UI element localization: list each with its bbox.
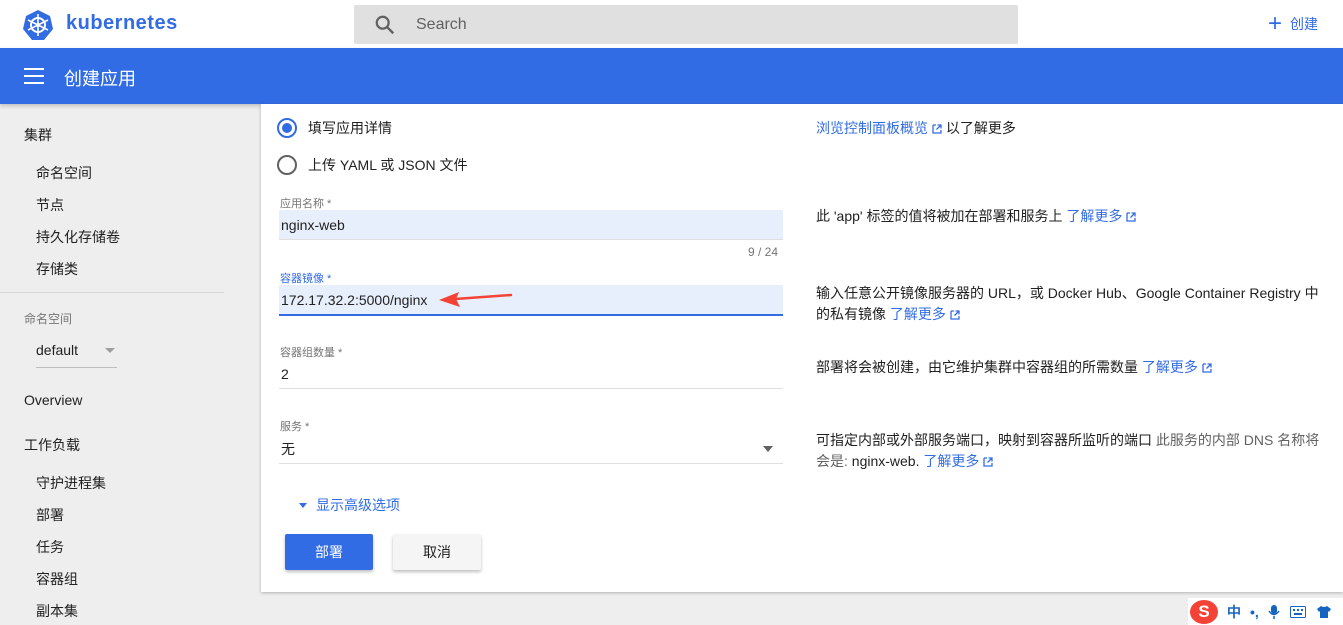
kubernetes-logo-icon[interactable] <box>22 9 54 41</box>
help-app-name: 此 'app' 标签的值将被加在部署和服务上 了解更多 <box>816 206 1326 227</box>
external-link-icon <box>932 124 942 134</box>
create-button[interactable]: + 创建 <box>1268 12 1318 36</box>
skin-shirt-icon[interactable] <box>1316 605 1332 619</box>
microphone-icon[interactable] <box>1268 604 1280 620</box>
external-link-icon <box>1202 363 1212 373</box>
app-name-label: 应用名称 * <box>280 198 332 210</box>
dropdown-caret-icon <box>105 348 115 353</box>
search-icon <box>375 15 395 35</box>
page-title: 创建应用 <box>64 69 136 89</box>
app-name-input[interactable] <box>279 210 783 239</box>
service-value[interactable] <box>279 434 783 463</box>
pods-input[interactable] <box>279 359 783 388</box>
menu-icon[interactable] <box>24 68 44 84</box>
search-input[interactable] <box>416 5 996 44</box>
ime-logo-icon[interactable]: S <box>1190 599 1218 624</box>
sidebar-item-nodes[interactable]: 节点 <box>36 195 64 215</box>
external-link-icon <box>1126 212 1137 222</box>
mode-option-upload-label: 上传 YAML 或 JSON 文件 <box>308 157 468 173</box>
help-image: 输入任意公开镜像服务器的 URL，或 Docker Hub、Google Con… <box>816 283 1326 325</box>
service-select[interactable] <box>279 434 783 464</box>
learn-more-link-app-name[interactable]: 了解更多 <box>1066 208 1137 224</box>
create-label: 创建 <box>1290 16 1319 32</box>
help-pods-text: 部署将会被创建，由它维护集群中容器组的所需数量 <box>816 359 1138 375</box>
help-service: 可指定内部或外部服务端口，映射到容器所监听的端口 此服务的内部 DNS 名称将会… <box>816 430 1326 472</box>
sidebar: 集群 命名空间 节点 持久化存储卷 存储类 命名空间 default Overv… <box>0 104 240 625</box>
service-label: 服务 * <box>280 421 310 433</box>
show-advanced-label: 显示高级选项 <box>316 497 400 513</box>
cancel-button[interactable]: 取消 <box>393 534 481 570</box>
brand-name[interactable]: kubernetes <box>66 12 178 35</box>
ime-language-toggle[interactable]: 中 <box>1227 602 1241 622</box>
sidebar-divider <box>0 292 224 293</box>
annotation-arrow-icon <box>439 292 513 307</box>
mode-option-upload[interactable]: 上传 YAML 或 JSON 文件 <box>277 155 467 175</box>
help-service-dns: nginx-web. <box>851 453 920 469</box>
learn-more-link-pods[interactable]: 了解更多 <box>1142 359 1212 375</box>
mode-option-form-label: 填写应用详情 <box>308 120 392 136</box>
namespace-select[interactable]: default <box>36 342 117 368</box>
show-advanced-options[interactable]: 显示高级选项 <box>299 495 400 515</box>
top-bar: kubernetes + 创建 <box>0 0 1343 48</box>
learn-more-link-image[interactable]: 了解更多 <box>890 306 960 322</box>
deploy-button[interactable]: 部署 <box>285 534 373 570</box>
namespace-value: default <box>36 342 79 358</box>
sidebar-item-jobs[interactable]: 任务 <box>36 537 64 557</box>
sidebar-heading-workloads[interactable]: 工作负载 <box>24 435 80 455</box>
help-app-name-text: 此 'app' 标签的值将被加在部署和服务上 <box>816 208 1063 224</box>
keyboard-icon[interactable] <box>1289 605 1306 618</box>
sidebar-item-namespaces[interactable]: 命名空间 <box>36 163 92 183</box>
ime-toolbar: S 中 •, <box>1188 598 1343 625</box>
radio-unchecked-icon <box>277 155 297 175</box>
help-service-text: 可指定内部或外部服务端口，映射到容器所监听的端口 <box>816 432 1152 448</box>
overview-suffix: 以了解更多 <box>945 120 1016 136</box>
dropdown-caret-icon <box>763 446 773 452</box>
image-field[interactable] <box>279 285 783 316</box>
sidebar-item-daemon-sets[interactable]: 守护进程集 <box>36 473 106 493</box>
app-name-field[interactable] <box>279 210 783 240</box>
sidebar-heading-cluster[interactable]: 集群 <box>24 125 52 145</box>
app-name-counter: 9 / 24 <box>748 245 779 259</box>
external-link-icon <box>950 310 960 320</box>
sidebar-item-replica-sets[interactable]: 副本集 <box>36 601 78 621</box>
help-pods: 部署将会被创建，由它维护集群中容器组的所需数量 了解更多 <box>816 357 1326 378</box>
sidebar-item-deployments[interactable]: 部署 <box>36 505 64 525</box>
external-link-icon <box>983 457 994 467</box>
image-input[interactable] <box>279 285 783 314</box>
sidebar-item-overview[interactable]: Overview <box>24 392 82 408</box>
sidebar-item-storage-classes[interactable]: 存储类 <box>36 259 78 279</box>
image-label: 容器镜像 * <box>280 273 332 285</box>
radio-checked-icon <box>277 118 297 138</box>
plus-icon: + <box>1268 10 1283 37</box>
sidebar-item-persistent-volumes[interactable]: 持久化存储卷 <box>36 227 120 247</box>
overview-link[interactable]: 浏览控制面板概览 <box>816 120 942 136</box>
sidebar-item-pods[interactable]: 容器组 <box>36 569 78 589</box>
pods-field[interactable] <box>279 359 783 389</box>
create-app-card: 填写应用详情 上传 YAML 或 JSON 文件 应用名称 * 9 / 24 容… <box>261 104 1343 592</box>
help-overview: 浏览控制面板概览 以了解更多 <box>816 118 1326 139</box>
mode-option-form[interactable]: 填写应用详情 <box>277 118 392 138</box>
learn-more-link-service[interactable]: 了解更多 <box>923 453 994 469</box>
namespace-label: 命名空间 <box>24 312 73 326</box>
pods-label: 容器组数量 * <box>280 347 343 359</box>
search-box[interactable] <box>354 5 1018 44</box>
ime-punctuation-toggle[interactable]: •, <box>1250 604 1259 620</box>
expand-triangle-icon <box>299 502 307 508</box>
toolbar: 创建应用 <box>0 48 1343 104</box>
